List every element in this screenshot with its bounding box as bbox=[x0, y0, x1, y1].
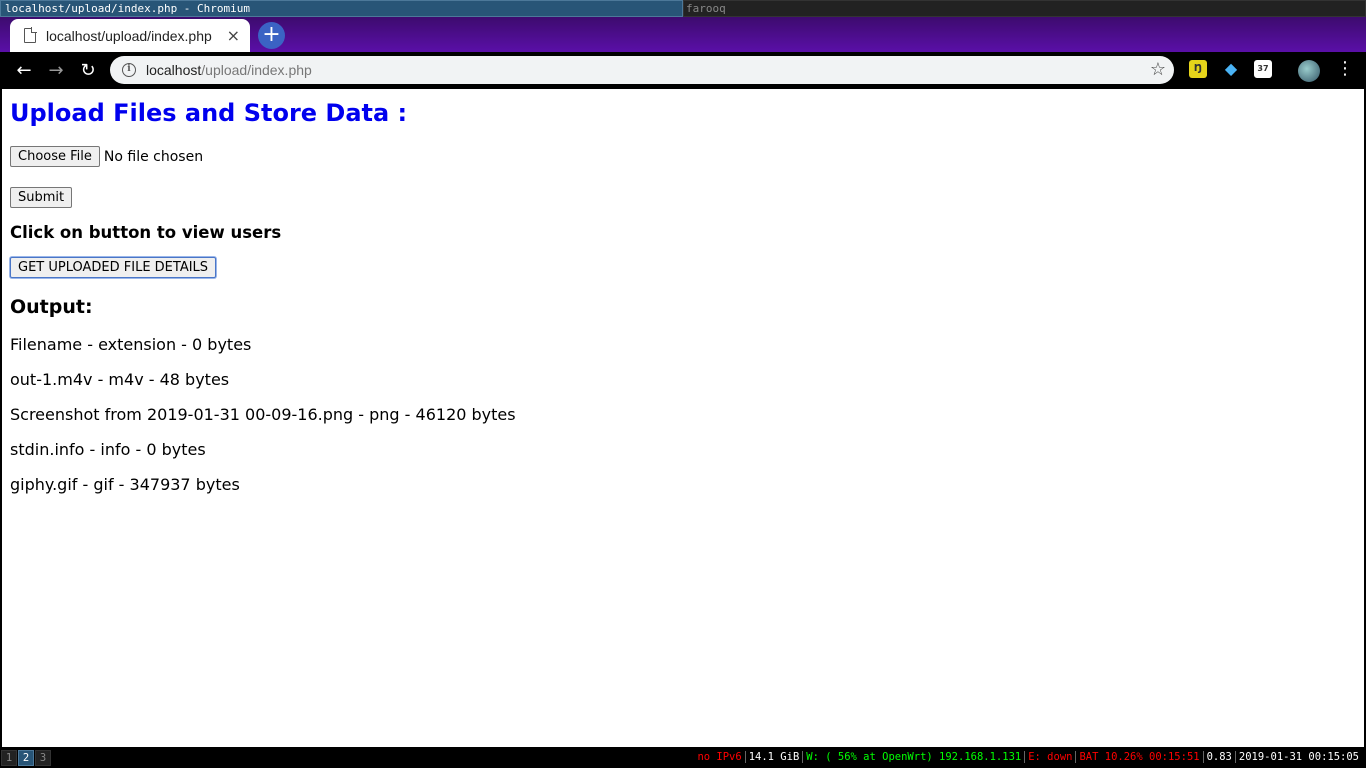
output-heading: Output: bbox=[10, 296, 93, 318]
window-title-active[interactable]: localhost/upload/index.php - Chromium bbox=[0, 0, 683, 17]
file-input[interactable]: Choose File No file chosen bbox=[10, 146, 1356, 167]
ipv6-status: no IPv6 bbox=[697, 751, 742, 763]
page-title: Upload Files and Store Data : bbox=[10, 99, 408, 127]
address-bar[interactable]: i localhost/upload/index.php ☆ bbox=[110, 56, 1174, 84]
output-line: Filename - extension - 0 bytes bbox=[10, 335, 252, 354]
bookmark-star-icon[interactable]: ☆ bbox=[1150, 59, 1166, 80]
page-content: Upload Files and Store Data : Choose Fil… bbox=[2, 89, 1364, 747]
datetime-status: 2019-01-31 00:15:05 bbox=[1234, 751, 1362, 763]
new-tab-button[interactable]: + bbox=[258, 22, 285, 49]
window-title-inactive[interactable]: farooq bbox=[683, 0, 1366, 17]
close-tab-icon[interactable]: × bbox=[227, 26, 240, 45]
wm-titlebar: localhost/upload/index.php - Chromium fa… bbox=[0, 0, 1366, 17]
info-icon[interactable]: i bbox=[122, 63, 136, 77]
back-arrow-icon[interactable]: ← bbox=[8, 60, 40, 81]
url-path: /upload/index.php bbox=[201, 62, 312, 78]
extension-gem-icon[interactable]: ◆ bbox=[1222, 60, 1240, 78]
calendar-extension-icon[interactable]: 37 bbox=[1254, 60, 1272, 78]
reload-icon[interactable]: ↻ bbox=[72, 60, 104, 81]
disk-status: 14.1 GiB bbox=[744, 751, 803, 763]
output-line: stdin.info - info - 0 bytes bbox=[10, 440, 206, 459]
tab-title: localhost/upload/index.php bbox=[46, 27, 212, 44]
tab-strip: localhost/upload/index.php × + bbox=[0, 17, 1366, 52]
menu-dots-icon[interactable]: ⋮ bbox=[1336, 58, 1354, 79]
profile-avatar[interactable] bbox=[1298, 60, 1320, 82]
load-status: 0.83 bbox=[1202, 751, 1235, 763]
output-line: giphy.gif - gif - 347937 bytes bbox=[10, 475, 240, 494]
workspace-1[interactable]: 1 bbox=[1, 750, 17, 766]
output-line: Screenshot from 2019-01-31 00-09-16.png … bbox=[10, 405, 516, 424]
document-icon bbox=[24, 27, 37, 43]
view-users-heading: Click on button to view users bbox=[10, 223, 282, 242]
browser-toolbar: ← → ↻ i localhost/upload/index.php ☆ Ŋ ◆… bbox=[0, 52, 1366, 89]
url-host: localhost bbox=[146, 62, 202, 78]
wifi-status: W: ( 56% at OpenWrt) 192.168.1.131 bbox=[802, 751, 1024, 763]
choose-file-button[interactable]: Choose File bbox=[10, 146, 100, 167]
submit-button[interactable]: Submit bbox=[10, 187, 73, 208]
url-text[interactable]: localhost/upload/index.php bbox=[146, 62, 312, 78]
ethernet-status: E: down bbox=[1024, 751, 1075, 763]
workspace-3[interactable]: 3 bbox=[35, 750, 51, 766]
output-line: out-1.m4v - m4v - 48 bytes bbox=[10, 370, 230, 389]
workspace-2[interactable]: 2 bbox=[18, 750, 34, 766]
browser-tab[interactable]: localhost/upload/index.php × bbox=[10, 19, 250, 52]
file-status-text: No file chosen bbox=[103, 148, 204, 165]
get-file-details-button[interactable]: GET UPLOADED FILE DETAILS bbox=[10, 257, 217, 278]
status-bar: 1 2 3 no IPv6 14.1 GiB W: ( 56% at OpenW… bbox=[0, 748, 1366, 768]
extension-icon-1[interactable]: Ŋ bbox=[1189, 60, 1207, 78]
forward-arrow-icon[interactable]: → bbox=[40, 60, 72, 81]
status-blocks: no IPv6 14.1 GiB W: ( 56% at OpenWrt) 19… bbox=[694, 751, 1362, 763]
battery-status: BAT 10.26% 00:15:51 bbox=[1075, 751, 1202, 763]
